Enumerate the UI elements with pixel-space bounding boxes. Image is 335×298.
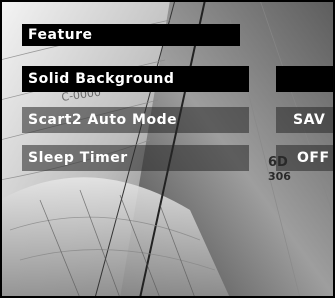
menu-title: Feature [22,24,240,46]
menu-item-solid-background[interactable]: Solid Background [22,66,249,92]
menu-item-label: Scart2 Auto Mode [28,112,178,128]
menu-item-value-solid-background[interactable] [276,66,335,92]
sail-number-text: 306 [268,170,291,183]
tv-screen: 6D 306 C-0000 Feature Solid Background S… [0,0,335,298]
menu-item-value-scart2-auto-mode[interactable]: SAV [276,107,335,133]
menu-item-label: Solid Background [28,71,175,87]
menu-item-scart2-auto-mode[interactable]: Scart2 Auto Mode [22,107,249,133]
menu-item-label: Sleep Timer [28,150,128,166]
menu-item-sleep-timer[interactable]: Sleep Timer [22,145,249,171]
menu-item-value-sleep-timer[interactable]: OFF [276,145,335,171]
